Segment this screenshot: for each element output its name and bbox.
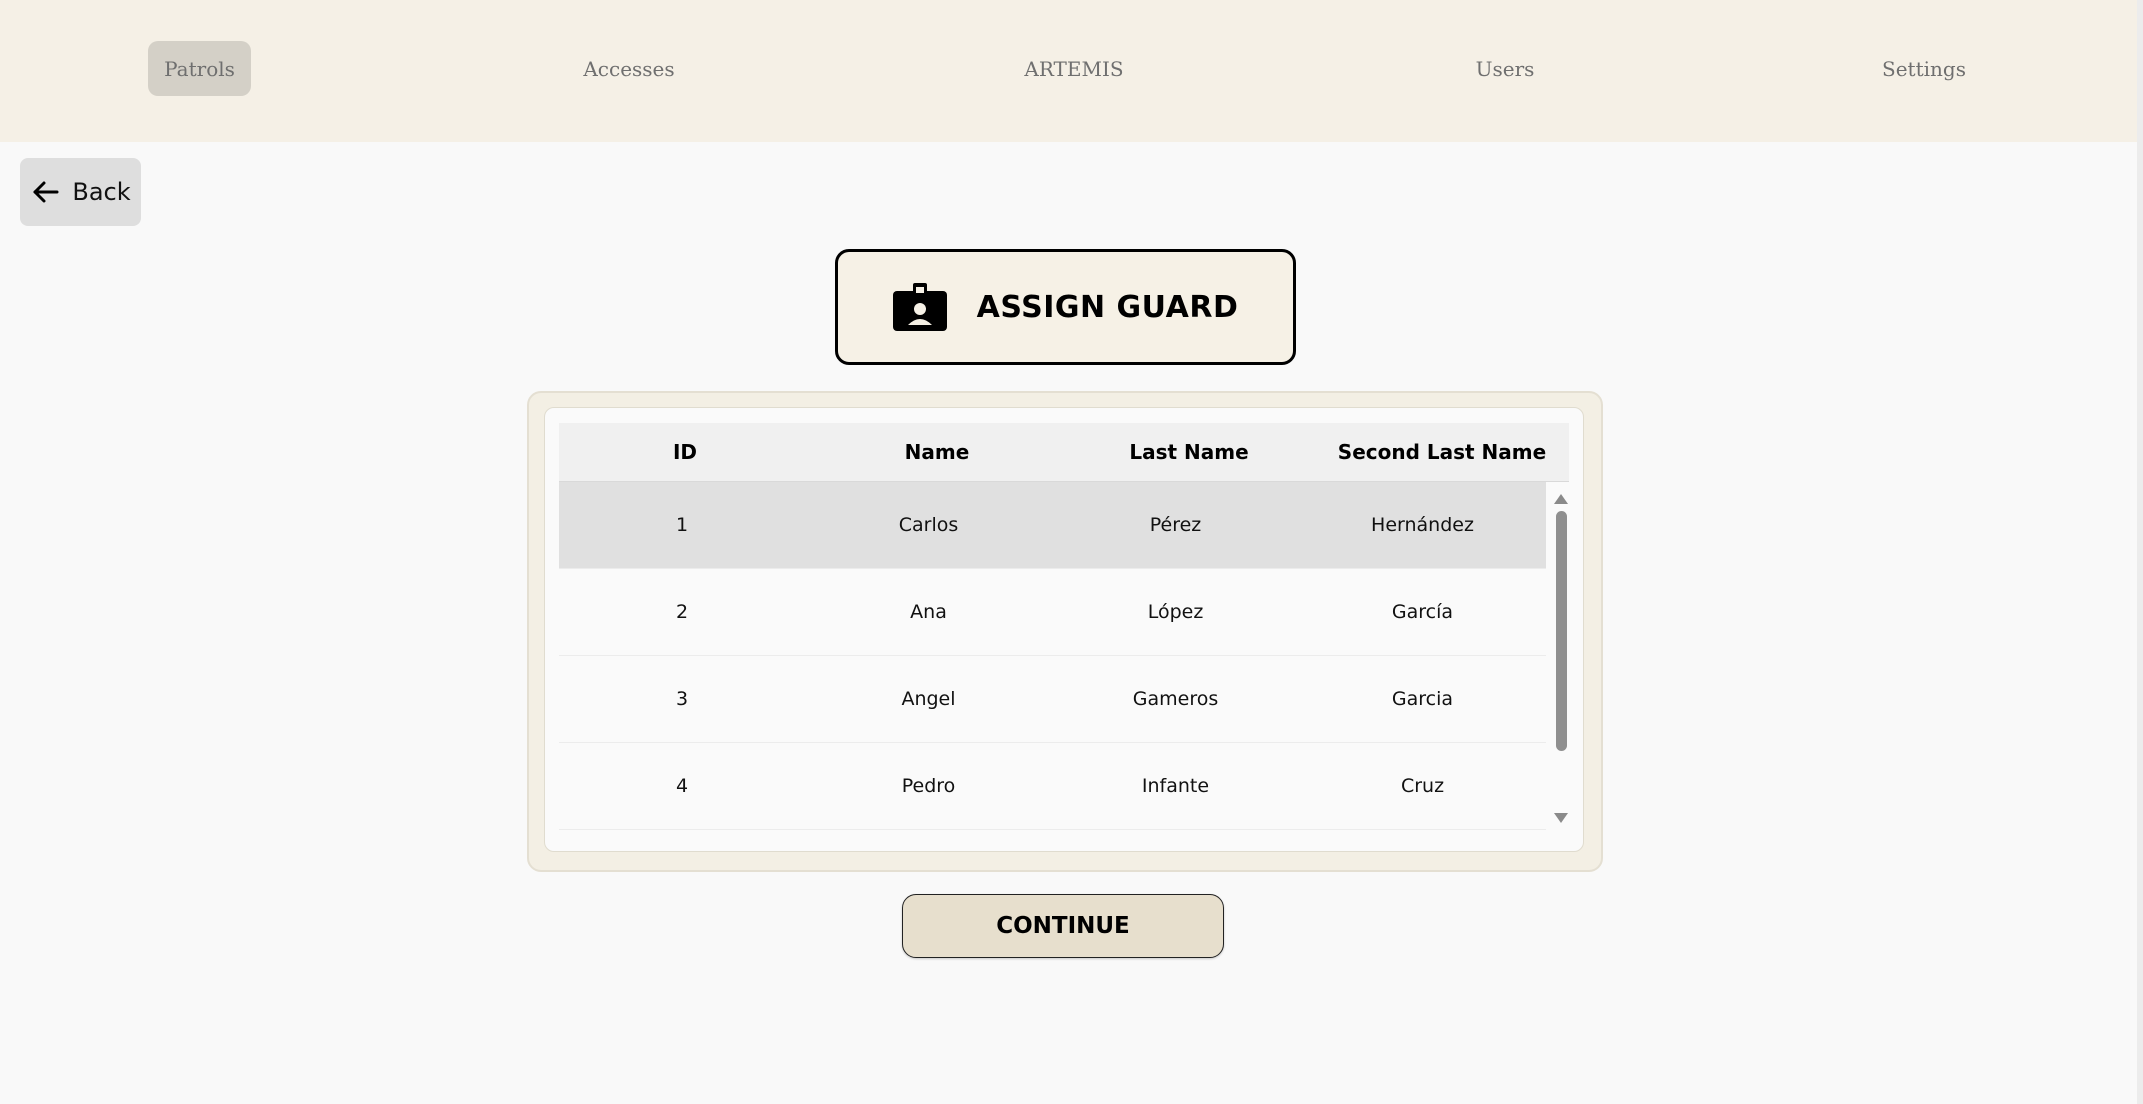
cell-second-last-name: Cruz	[1400, 775, 1445, 797]
assign-guard-title: ASSIGN GUARD	[976, 289, 1239, 325]
cell-name: Carlos	[898, 514, 959, 536]
cell-id: 2	[675, 601, 689, 623]
nav-tab-artemis[interactable]: ARTEMIS	[1008, 41, 1140, 96]
cell-last-name: López	[1147, 601, 1204, 623]
back-button-label: Back	[72, 178, 131, 206]
cell-second-last-name: García	[1391, 601, 1454, 623]
cell-id: 3	[675, 688, 689, 710]
continue-button[interactable]: CONTINUE	[902, 894, 1224, 958]
scroll-up-icon[interactable]	[1554, 494, 1568, 504]
column-header-name: Name	[904, 440, 970, 464]
table-body: 1 Carlos Pérez Hernández 2 Ana López Gar…	[559, 482, 1546, 832]
nav-tab-accesses[interactable]: Accesses	[568, 41, 690, 96]
table-row[interactable]: 2 Ana López García	[559, 569, 1546, 656]
table-row[interactable]: 3 Angel Gameros Garcia	[559, 656, 1546, 743]
top-nav-bar: Patrols Accesses ARTEMIS Users Settings	[0, 0, 2137, 142]
cell-id: 4	[675, 775, 689, 797]
column-header-id: ID	[672, 440, 698, 464]
cell-name: Ana	[910, 601, 947, 623]
id-badge-icon	[892, 283, 947, 331]
back-button[interactable]: Back	[20, 158, 141, 226]
page-scroll-strip	[2137, 0, 2143, 1104]
cell-name: Angel	[901, 688, 956, 710]
nav-tab-users[interactable]: Users	[1460, 41, 1550, 96]
cell-second-last-name: Hernández	[1371, 514, 1474, 536]
table-scrollbar[interactable]	[1553, 483, 1569, 833]
cell-second-last-name: Garcia	[1391, 688, 1454, 710]
column-header-second-last-name: Second Last Name	[1337, 440, 1547, 464]
cell-last-name: Gameros	[1132, 688, 1219, 710]
cell-last-name: Infante	[1141, 775, 1210, 797]
table-row[interactable]: 1 Carlos Pérez Hernández	[559, 482, 1546, 569]
arrow-left-icon	[33, 181, 59, 203]
nav-tab-settings[interactable]: Settings	[1874, 41, 1974, 96]
guards-table-panel: ID Name Last Name Second Last Name 1 Car…	[527, 391, 1603, 872]
assign-guard-header: ASSIGN GUARD	[835, 249, 1296, 365]
cell-id: 1	[675, 514, 689, 536]
table-header: ID Name Last Name Second Last Name	[559, 423, 1569, 482]
table-row[interactable]: 4 Pedro Infante Cruz	[559, 743, 1546, 830]
scrollbar-thumb[interactable]	[1556, 511, 1567, 751]
guards-table: ID Name Last Name Second Last Name 1 Car…	[544, 407, 1584, 852]
scroll-down-icon[interactable]	[1554, 813, 1568, 823]
nav-tab-patrols[interactable]: Patrols	[148, 41, 251, 96]
cell-name: Pedro	[901, 775, 956, 797]
column-header-last-name: Last Name	[1129, 440, 1249, 464]
cell-last-name: Pérez	[1149, 514, 1202, 536]
